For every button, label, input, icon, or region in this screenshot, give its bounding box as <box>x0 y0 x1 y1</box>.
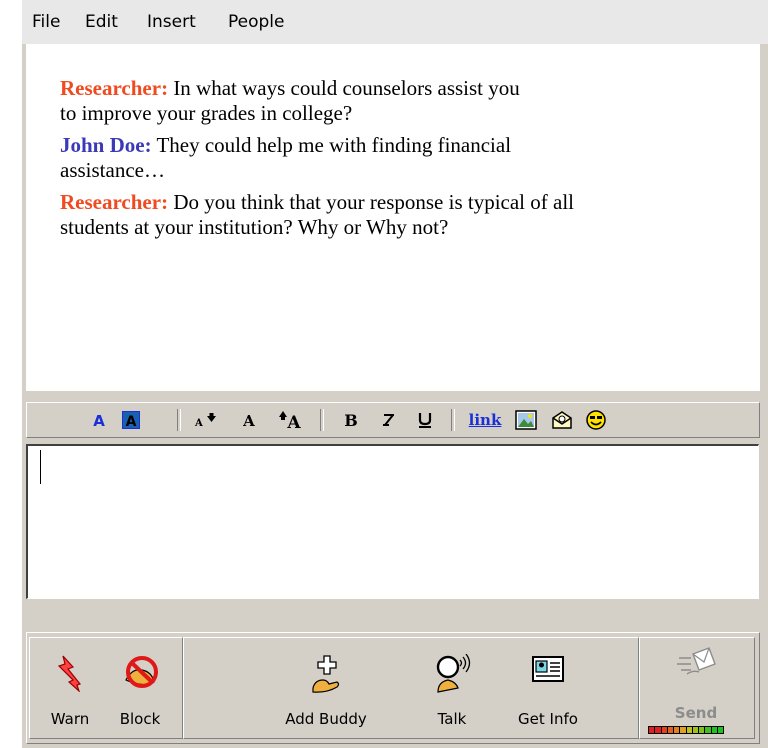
talk-button[interactable]: Talk <box>412 638 492 738</box>
send-envelope-icon <box>677 647 716 675</box>
svg-text:A: A <box>126 414 137 430</box>
background-color-icon[interactable]: A <box>119 408 143 432</box>
message-compose-input[interactable] <box>26 444 759 599</box>
buddy-button-group: Add Buddy Talk Get Info <box>183 637 639 739</box>
block-icon <box>125 656 158 688</box>
im-window: File Edit Insert People Researcher: In w… <box>22 0 768 748</box>
menu-file[interactable]: File <box>32 12 60 32</box>
toolbar-separator <box>451 409 455 431</box>
warning-level-meter <box>648 726 724 734</box>
talk-label: Talk <box>437 710 467 728</box>
underline-icon[interactable] <box>413 408 437 432</box>
warn-label: Warn <box>50 710 90 728</box>
text-caret <box>40 450 41 484</box>
increase-font-size-icon[interactable]: A <box>275 408 305 432</box>
smiley-icon[interactable] <box>583 408 609 432</box>
message-text: to improve your grades in college? <box>60 101 353 125</box>
link-label: link <box>468 411 502 429</box>
svg-text:A: A <box>242 412 255 430</box>
svg-text:A: A <box>93 412 105 430</box>
chat-message-line: John Doe: They could help me with findin… <box>60 133 511 158</box>
speaker-researcher: Researcher: <box>60 76 169 100</box>
talk-icon <box>436 654 471 693</box>
italic-icon[interactable] <box>377 408 401 432</box>
svg-text:B: B <box>344 411 358 430</box>
chat-message-line: Researcher: In what ways could counselor… <box>60 76 520 101</box>
menu-people[interactable]: People <box>228 12 284 32</box>
lightning-bolt-icon <box>57 655 82 692</box>
send-button-group: Send <box>639 637 755 739</box>
id-card-icon <box>532 656 564 682</box>
text-color-icon[interactable]: A <box>87 408 111 432</box>
decrease-font-size-icon[interactable]: A <box>193 408 221 432</box>
menu-insert[interactable]: Insert <box>147 12 196 32</box>
message-text: They could help me with finding financia… <box>151 133 512 157</box>
chat-log[interactable]: Researcher: In what ways could counselor… <box>26 44 760 391</box>
get-info-button[interactable]: Get Info <box>508 638 588 738</box>
add-buddy-label: Add Buddy <box>285 710 367 728</box>
message-text: Do you think that your response is typic… <box>168 190 574 214</box>
toolbar-separator <box>177 409 181 431</box>
menu-bar: File Edit Insert People <box>22 0 768 44</box>
action-button-bar: Warn Block Add Buddy Talk Get Info Send <box>26 632 760 744</box>
message-text: students at your institution? Why or Why… <box>60 215 449 239</box>
message-text: assistance… <box>60 158 165 182</box>
add-buddy-button[interactable]: Add Buddy <box>276 638 376 738</box>
svg-text:A: A <box>286 413 301 431</box>
block-button[interactable]: Block <box>100 638 180 738</box>
toolbar-separator <box>320 409 324 431</box>
safety-button-group: Warn Block <box>29 637 183 739</box>
send-label: Send <box>674 704 718 722</box>
normal-font-size-icon[interactable]: A <box>237 408 261 432</box>
send-button[interactable]: Send <box>648 638 744 738</box>
block-label: Block <box>119 710 161 728</box>
get-info-label: Get Info <box>518 710 578 728</box>
format-toolbar: A A A A A B link <box>26 402 760 438</box>
message-text: In what ways could counselors assist you <box>168 76 520 100</box>
insert-email-icon[interactable] <box>549 408 575 432</box>
bold-icon[interactable]: B <box>339 408 363 432</box>
speaker-john-doe: John Doe: <box>60 133 152 157</box>
insert-link-icon[interactable]: link <box>465 408 505 432</box>
chat-message-line: to improve your grades in college? <box>60 101 352 126</box>
chat-message-line: Researcher: Do you think that your respo… <box>60 190 574 215</box>
svg-text:A: A <box>194 418 203 429</box>
warn-button[interactable]: Warn <box>30 638 110 738</box>
chat-message-line: assistance… <box>60 158 165 183</box>
add-buddy-icon <box>312 655 340 693</box>
menu-edit[interactable]: Edit <box>85 12 118 32</box>
speaker-researcher: Researcher: <box>60 190 169 214</box>
chat-message-line: students at your institution? Why or Why… <box>60 215 448 240</box>
insert-image-icon[interactable] <box>513 408 539 432</box>
